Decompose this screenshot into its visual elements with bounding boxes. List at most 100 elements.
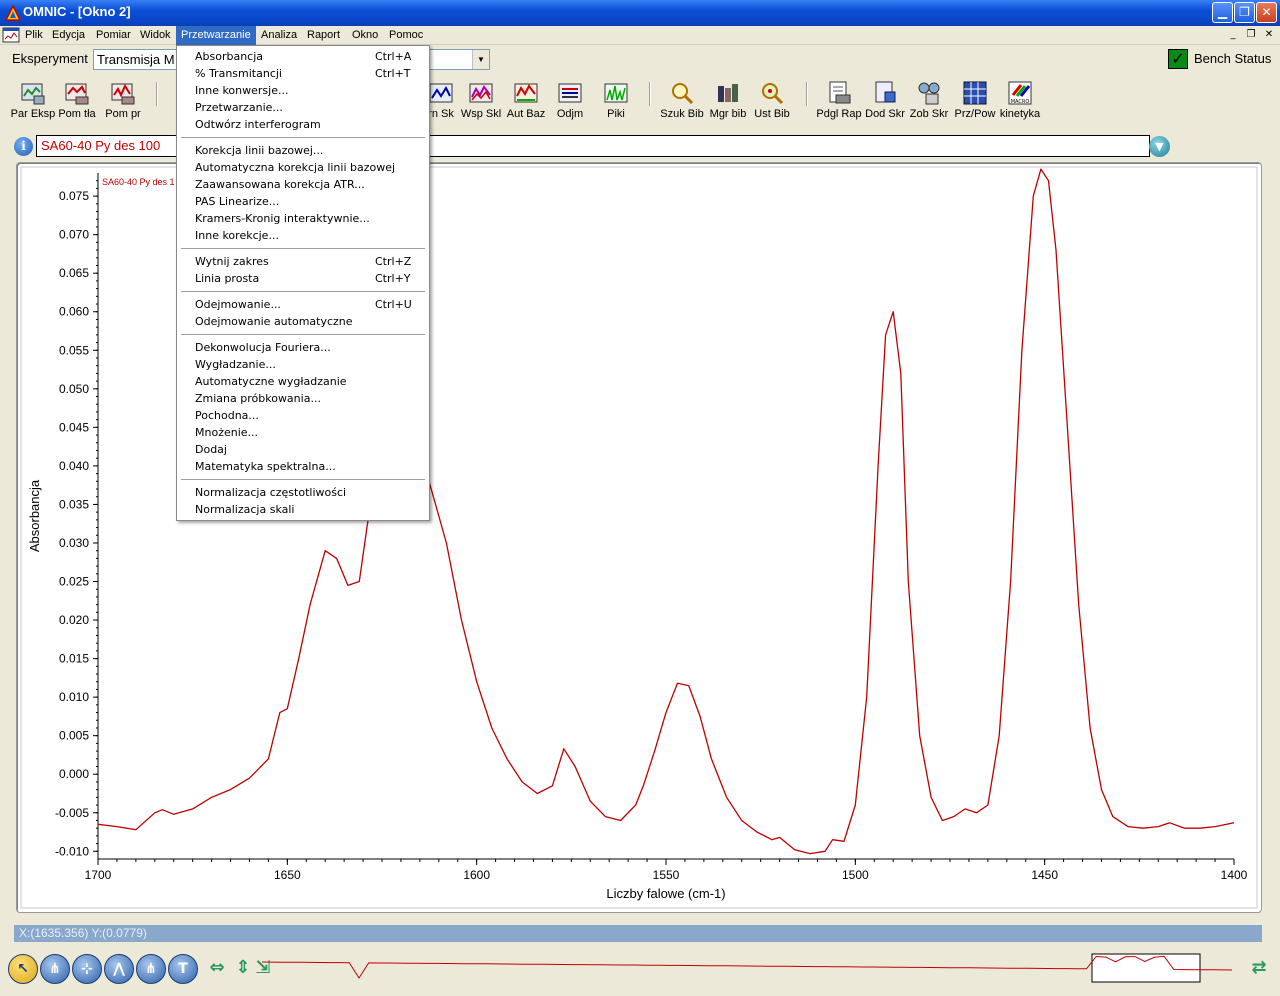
experiment-label: Eksperyment bbox=[12, 51, 88, 66]
y-tick-label: 0.020 bbox=[59, 613, 89, 627]
tool-wsp-skl[interactable]: Wsp Skl bbox=[456, 78, 506, 124]
tool-ust-bib[interactable]: Ust Bib bbox=[747, 78, 797, 124]
info-icon[interactable]: i bbox=[14, 137, 33, 156]
menu-item[interactable]: % Transmitancji Ctrl+T bbox=[177, 65, 429, 82]
tool-label: Par Eksp bbox=[10, 108, 56, 120]
tool-kinetyka[interactable]: MACRO kinetyka bbox=[995, 78, 1045, 124]
x-tick-label: 1700 bbox=[85, 868, 112, 882]
menu-item[interactable]: Zaawansowana korekcja ATR... bbox=[177, 176, 429, 193]
menu-item-label: Korekcja linii bazowej... bbox=[195, 144, 324, 157]
menu-item-label: Zmiana próbkowania... bbox=[195, 392, 321, 405]
menu-item[interactable]: Kramers-Kronig interaktywnie... bbox=[177, 210, 429, 227]
tool-odjm[interactable]: Odjm bbox=[545, 78, 595, 124]
menu-item[interactable]: Automatyczne wygładzanie bbox=[177, 373, 429, 390]
tool-pdgl-rap[interactable]: Pdgl Rap bbox=[814, 78, 864, 124]
menu-plik[interactable]: Plik bbox=[20, 26, 48, 45]
menu-przetwarzanie[interactable]: Przetwarzanie bbox=[176, 26, 256, 45]
y-tick-label: 0.075 bbox=[59, 189, 89, 203]
menu-item[interactable]: Matematyka spektralna... bbox=[177, 458, 429, 475]
menu-analiza[interactable]: Analiza bbox=[256, 26, 302, 45]
menu-item-label: Inne konwersje... bbox=[195, 84, 289, 97]
menu-item-label: Normalizacja częstotliwości bbox=[195, 486, 347, 499]
menu-item-label: Odejmowanie... bbox=[195, 298, 281, 311]
tool-aut-baz[interactable]: Aut Baz bbox=[501, 78, 551, 124]
tool-piki[interactable]: Piki bbox=[591, 78, 641, 124]
tool-szuk-bib[interactable]: Szuk Bib bbox=[657, 78, 707, 124]
mdi-close-button[interactable]: ✕ bbox=[1261, 28, 1277, 42]
view-notebook-icon bbox=[918, 82, 940, 105]
library-setup-icon bbox=[762, 83, 784, 105]
menu-item[interactable]: Linia prosta Ctrl+Y bbox=[177, 270, 429, 287]
y-tick-label: 0.030 bbox=[59, 536, 89, 550]
menu-widok[interactable]: Widok bbox=[135, 26, 176, 45]
subtract-icon bbox=[558, 83, 582, 103]
menu-item[interactable]: Mnożenie... bbox=[177, 424, 429, 441]
tool-label: Pdgl Rap bbox=[816, 108, 862, 120]
peak-area-tool-icon[interactable]: ⋀ bbox=[104, 954, 134, 984]
chevron-down-icon[interactable]: ▼ bbox=[472, 50, 489, 69]
menu-item[interactable]: Wytnij zakres Ctrl+Z bbox=[177, 253, 429, 270]
maximize-button[interactable]: ❐ bbox=[1234, 2, 1255, 23]
menu-item[interactable]: Automatyczna korekcja linii bazowej bbox=[177, 159, 429, 176]
tool-mgr-bib[interactable]: Mgr bib bbox=[703, 78, 753, 124]
tool-par-eksp[interactable]: Par Eksp bbox=[8, 78, 58, 124]
tool-pom-pr[interactable]: Pom pr bbox=[98, 78, 148, 124]
peak-label-tool-icon[interactable]: ⋔ bbox=[136, 954, 166, 984]
menu-item[interactable]: Korekcja linii bazowej... bbox=[177, 142, 429, 159]
menu-item[interactable]: Zmiana próbkowania... bbox=[177, 390, 429, 407]
tool-zob-skr[interactable]: Zob Skr bbox=[904, 78, 954, 124]
region-tool-icon[interactable]: ⋔ bbox=[40, 954, 70, 984]
document-window-icon[interactable] bbox=[2, 27, 20, 43]
menu-item[interactable]: Inne konwersje... bbox=[177, 82, 429, 99]
menu-item[interactable]: Odejmowanie... Ctrl+U bbox=[177, 296, 429, 313]
menu-item[interactable]: Pochodna... bbox=[177, 407, 429, 424]
tool-label: Zob Skr bbox=[909, 108, 949, 120]
menu-item[interactable]: Wygładzanie... bbox=[177, 356, 429, 373]
tool-label: Pom pr bbox=[105, 108, 141, 120]
swap-arrows-icon[interactable]: ⇄ bbox=[1244, 954, 1274, 984]
text-tool-icon[interactable]: T bbox=[168, 954, 198, 984]
menu-item-label: % Transmitancji bbox=[195, 67, 282, 80]
selection-tool-icon[interactable]: ↖ bbox=[8, 954, 38, 984]
tool-prz-pow[interactable]: Prz/Pow bbox=[950, 78, 1000, 124]
minimize-button[interactable]: ▁ bbox=[1212, 2, 1233, 23]
menu-item-label: Automatyczna korekcja linii bazowej bbox=[195, 161, 396, 174]
tool-pom-tla[interactable]: Pom tła bbox=[52, 78, 102, 124]
menu-item[interactable]: Inne korekcje... bbox=[177, 227, 429, 244]
spectrum-compare-icon bbox=[429, 83, 453, 103]
overview-strip[interactable] bbox=[262, 952, 1242, 992]
menu-item[interactable]: Normalizacja częstotliwości bbox=[177, 484, 429, 501]
menu-item[interactable]: Normalizacja skali bbox=[177, 501, 429, 518]
menu-item[interactable]: PAS Linearize... bbox=[177, 193, 429, 210]
cursor-coordinates: X:(1635.356) Y:(0.0779) bbox=[19, 926, 147, 940]
menu-item-label: Odejmowanie automatyczne bbox=[195, 315, 353, 328]
y-tick-label: 0.025 bbox=[59, 575, 89, 589]
menu-item[interactable]: Absorbancja Ctrl+A bbox=[177, 48, 429, 65]
menu-item-label: Dekonwolucja Fouriera... bbox=[195, 341, 331, 354]
tool-dod-skr[interactable]: Dod Skr bbox=[860, 78, 910, 124]
menu-edycja[interactable]: Edycja bbox=[47, 26, 90, 45]
mdi-minimize-button[interactable]: _ bbox=[1225, 28, 1241, 42]
menu-pomoc[interactable]: Pomoc bbox=[384, 26, 428, 45]
menu-item[interactable]: Przetwarzanie... bbox=[177, 99, 429, 116]
y-tick-label: 0.055 bbox=[59, 343, 89, 357]
tool-label: Dod Skr bbox=[865, 108, 905, 120]
menu-okno[interactable]: Okno bbox=[347, 26, 383, 45]
menu-pomiar[interactable]: Pomiar bbox=[91, 26, 136, 45]
close-button[interactable]: ✕ bbox=[1256, 2, 1277, 23]
menu-bar: Plik Edycja Pomiar Widok Przetwarzanie A… bbox=[0, 26, 1280, 45]
macro-label: MACRO bbox=[1011, 99, 1030, 105]
menu-raport[interactable]: Raport bbox=[302, 26, 345, 45]
bench-status-label: Bench Status bbox=[1194, 51, 1272, 66]
menu-item[interactable]: Odejmowanie automatyczne bbox=[177, 313, 429, 330]
menu-item[interactable]: Dekonwolucja Fouriera... bbox=[177, 339, 429, 356]
menu-separator bbox=[181, 479, 425, 481]
x-tick-label: 1500 bbox=[842, 868, 869, 882]
mdi-restore-button[interactable]: ❐ bbox=[1243, 28, 1259, 42]
spectrum-list-down-icon[interactable]: ▼ bbox=[1149, 136, 1170, 157]
x-tick-label: 1600 bbox=[463, 868, 490, 882]
peak-height-tool-icon[interactable]: ⊹ bbox=[72, 954, 102, 984]
y-axis-label: Absorbancja bbox=[27, 479, 42, 552]
menu-item[interactable]: Odtwórz interferogram bbox=[177, 116, 429, 133]
menu-item[interactable]: Dodaj bbox=[177, 441, 429, 458]
